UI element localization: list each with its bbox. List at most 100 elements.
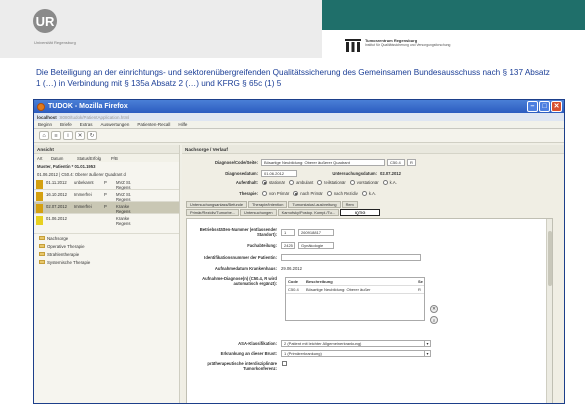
diagnosedatum-field[interactable]: 01.06.2012 (261, 170, 297, 177)
menu-hilfe[interactable]: Hilfe (178, 122, 187, 127)
menu-briefe[interactable]: Briefe (60, 122, 72, 127)
document-tree: Nachsorge Operative Therapie Strahlenthe… (34, 234, 179, 266)
row-date: 16.10.2012 (46, 192, 67, 197)
col-datum[interactable]: Datum (48, 156, 74, 161)
row-date: 02.07.2012 (46, 204, 67, 209)
table-row[interactable]: 01.11.2012 unbekannt P MVZ St. Regens (34, 178, 179, 190)
untersuchungsdatum-value[interactable]: 02.07.2012 (380, 171, 401, 176)
refresh-icon[interactable]: ↻ (87, 131, 97, 140)
therapie-radio-nach-rezidiv[interactable] (326, 191, 332, 196)
minimize-button[interactable]: – (527, 101, 538, 112)
col-status[interactable]: Status/Erfolg (74, 156, 108, 161)
scrollbar-thumb[interactable] (548, 231, 552, 286)
window-controls: – □ ✕ (527, 101, 562, 112)
menu-beginn[interactable]: Beginn (38, 122, 52, 127)
tree-item-label: Strahlentherapie (47, 251, 80, 257)
col-art[interactable]: Art (34, 156, 48, 161)
tree-item-nachsorge[interactable]: Nachsorge (39, 234, 179, 242)
eingriff-value: 1 (Primärerkrankung) (284, 351, 322, 356)
option-label: von Primär (269, 191, 290, 196)
table-row[interactable]: 01.06.2012 Kranke Regens (34, 214, 179, 234)
url-bar[interactable]: localhost :8080/tudok/PatientApplication… (34, 113, 564, 121)
app-toolbar: ⌂ ≡ i ✕ ↻ (34, 129, 564, 143)
home-icon[interactable]: ⌂ (39, 131, 49, 140)
tab-rem[interactable]: Rem (341, 201, 358, 208)
slide: UR Universität Regensburg Tumorzentrum R… (0, 0, 585, 416)
therapie-radio-von-primaer[interactable] (262, 191, 267, 196)
row-pb: P (104, 192, 107, 197)
aufenthalt-radio-vorstationaer[interactable] (349, 180, 355, 185)
fachabteilung-field[interactable]: Gynäkologie (298, 242, 334, 249)
diagnose-side-field[interactable]: R (407, 159, 416, 166)
betriebsstaetten-field-2[interactable]: 260918817 (298, 228, 334, 236)
app-menubar: Beginn Briefe Extras Auswertungen Patien… (34, 121, 564, 129)
col-pb[interactable]: P/B (108, 156, 122, 161)
left-panel-header: Ansicht (34, 145, 179, 154)
remove-diagnose-button[interactable]: ✕ (430, 305, 438, 313)
row-date: 01.11.2012 (46, 180, 67, 185)
tab-primaer-rezidiv[interactable]: Primär/Rezidiv/Tumorbe... (186, 209, 240, 216)
menu-auswertungen[interactable]: Auswertungen (101, 122, 130, 127)
tab-tumorstatus[interactable]: Tumorstatus/-ausbreitung (288, 201, 341, 208)
diagnose-field[interactable]: Bösartige Neubildung: Oberer äußerer Qua… (261, 159, 385, 166)
aufenthalt-radio-stationaer[interactable] (262, 180, 267, 185)
tree-item-systemische-therapie[interactable]: Systemische Therapie (39, 258, 179, 266)
diagnose-code-field[interactable]: C50.4 (387, 159, 405, 166)
identifikation-row: Identifikationsnummer der Patientin: (187, 254, 421, 261)
diag-col-beschreibung: Beschreibung (306, 279, 333, 284)
aufenthalt-radio-ka[interactable] (382, 180, 388, 185)
row-desc-2: Regens (116, 185, 131, 190)
aufenthalt-radio-teilstationaer[interactable] (317, 180, 323, 185)
tab-iqtig[interactable]: IQTIG (340, 209, 381, 216)
therapie-radio-nach-primaer[interactable] (293, 191, 299, 196)
close-icon[interactable]: ✕ (75, 131, 85, 140)
search-diagnose-button[interactable]: ⌕ (430, 316, 438, 324)
tab-untersuchungen[interactable]: Untersuchungen (240, 209, 277, 216)
aufnahmediagnose-table[interactable]: Code Beschreibung Se C50.4 Bösartige Neu… (285, 277, 425, 321)
option-label: ambulant (296, 180, 314, 185)
eingriff-select[interactable]: 1 (Primärerkrankung) ▾ (281, 350, 431, 357)
praeop-checkbox[interactable] (282, 361, 287, 366)
table-row-selected[interactable]: 02.07.2012 Immerfrei P Kranke Regens (34, 202, 179, 214)
panel-scrollbar[interactable] (546, 219, 552, 403)
menu-patienten-recall[interactable]: Patienten-Recall (137, 122, 170, 127)
close-window-button[interactable]: ✕ (551, 101, 562, 112)
identifikation-label: Identifikationsnummer der Patientin: (204, 255, 277, 260)
table-row[interactable]: C50.4 Bösartige Neubildung: Oberer äußer… (286, 286, 424, 294)
tab-therapie-intention[interactable]: Therapie/Intention (248, 201, 288, 208)
row-date: 01.06.2012 (46, 216, 67, 221)
betriebsstaetten-label: Betriebsstätten-Nummer (entlassender Sta… (199, 227, 277, 237)
eingriff-label: Erkrankung an dieser Brust: (220, 351, 277, 356)
svg-text:UR: UR (36, 14, 55, 29)
case-label[interactable]: 01.06.2012 | C50.4: Oberer äußerer Quadr… (34, 170, 179, 178)
aufenthalt-radio-ambulant[interactable] (289, 180, 295, 185)
maximize-button[interactable]: □ (539, 101, 550, 112)
aufnahme-value[interactable]: 29.06.2012 (281, 266, 302, 271)
menu-extras[interactable]: Extras (80, 122, 93, 127)
tree-item-label: Operative Therapie (47, 243, 85, 249)
tree-item-operative-therapie[interactable]: Operative Therapie (39, 242, 179, 250)
fachabteilung-code-field[interactable]: 2425 (281, 242, 295, 249)
betriebsstaetten-field-1[interactable]: 1 (281, 228, 295, 236)
tab-karnofsky[interactable]: Karnofsky/Postop. Kompl./Tu... (277, 209, 340, 216)
diag-side: R (418, 287, 421, 292)
university-logo-icon: UR (33, 9, 57, 33)
firefox-icon (37, 102, 45, 111)
list-icon[interactable]: ≡ (51, 131, 61, 140)
row-pb: P (104, 180, 107, 185)
eingriff-row: Erkrankung an dieser Brust: 1 (Primärerk… (187, 350, 431, 357)
info-icon[interactable]: i (63, 131, 73, 140)
therapie-radio-ka[interactable] (361, 191, 367, 196)
patient-label[interactable]: Muster, Patientin * 01.01.1953 (34, 162, 179, 170)
tree-item-label: Systemische Therapie (47, 259, 91, 265)
diag-code: C50.4 (288, 287, 299, 292)
table-row[interactable]: 16.10.2012 Immerfrei P MVZ St. Regens (34, 190, 179, 202)
tab-untersuchungsanlass[interactable]: Untersuchungsanlass/Befunde (186, 201, 247, 208)
aufnahme-row: Aufnahmedatum Krankenhaus: 29.06.2012 (187, 266, 302, 271)
iqtig-panel: Betriebsstätten-Nummer (entlassender Sta… (186, 218, 553, 403)
asa-select[interactable]: 2 (Patient mit leichter Allgemeinerkrank… (281, 340, 431, 347)
identifikation-field[interactable] (281, 254, 421, 261)
patient-name: Muster, Patientin * 01.01.1953 (37, 163, 96, 169)
tree-item-strahlentherapie[interactable]: Strahlentherapie (39, 250, 179, 258)
option-label: nach Primär (300, 191, 323, 196)
